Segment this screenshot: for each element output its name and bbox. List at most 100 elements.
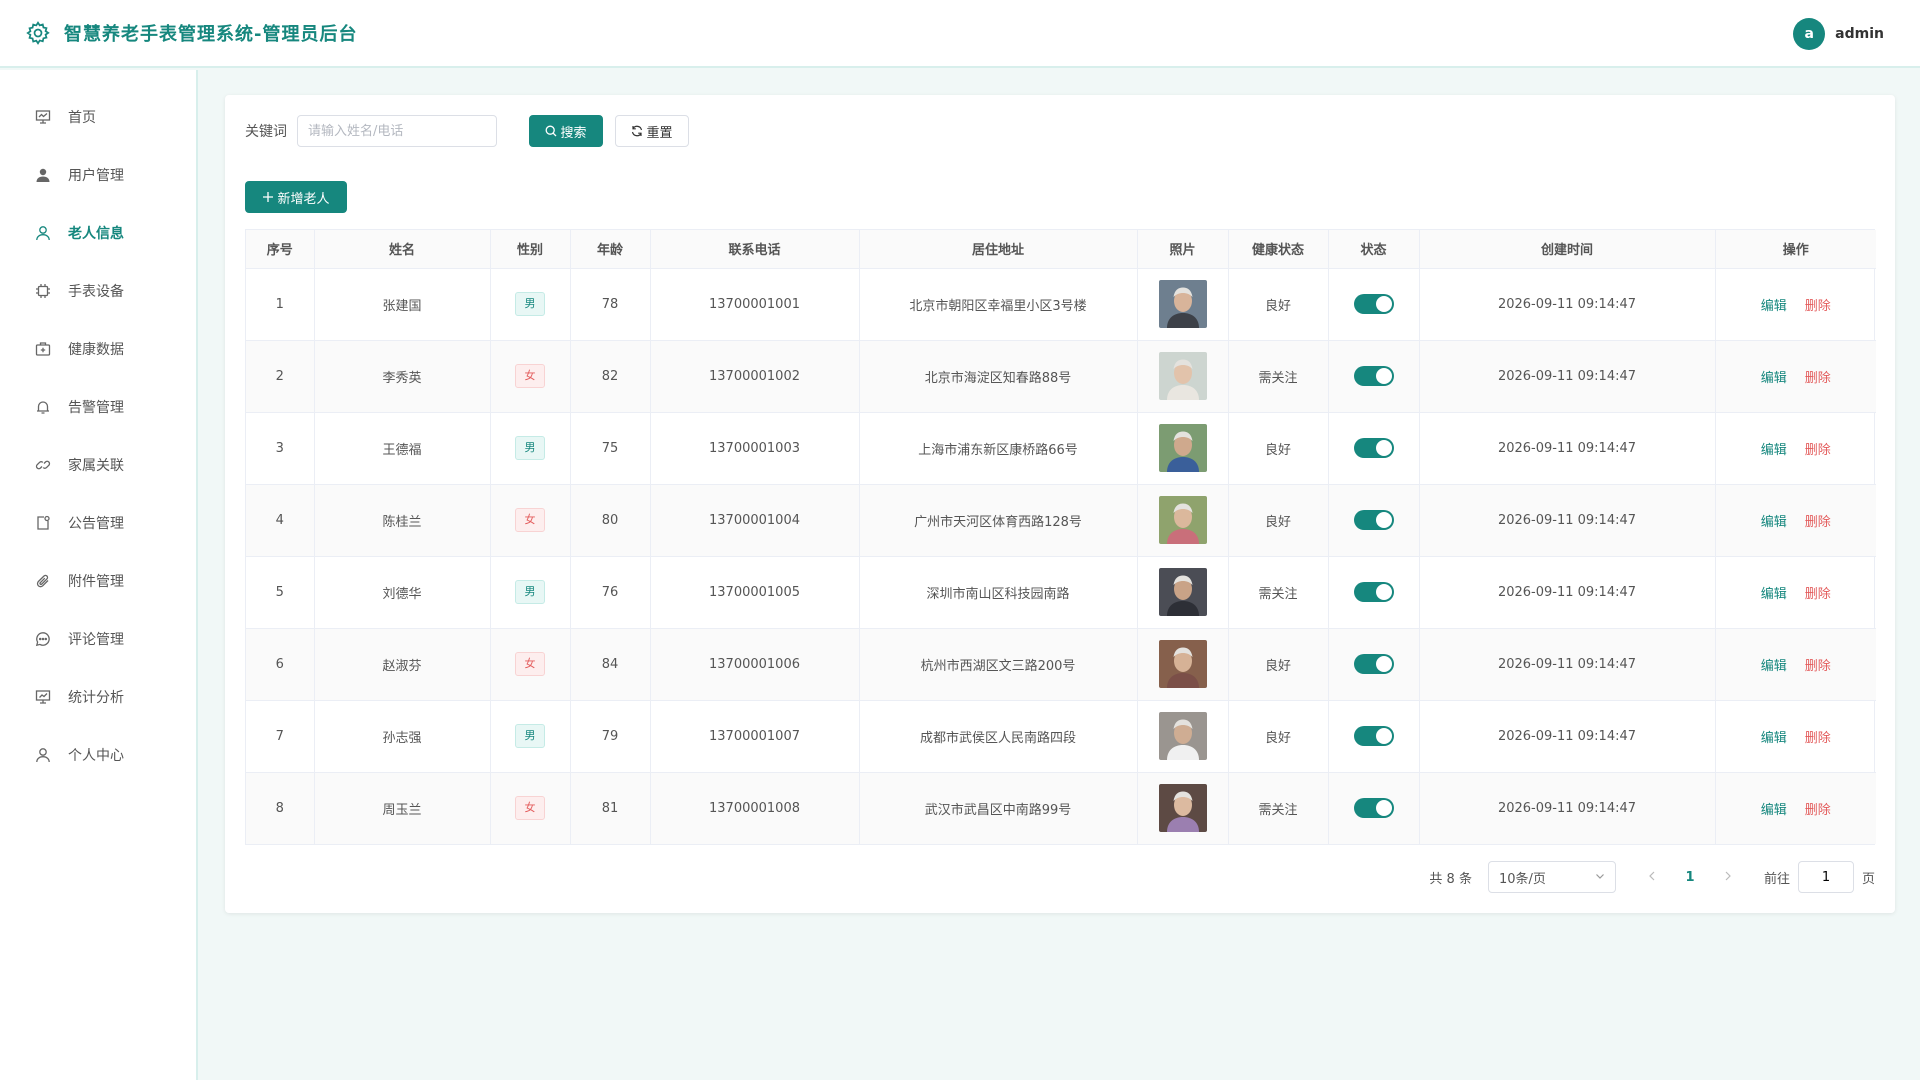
- gender-tag: 女: [515, 796, 545, 821]
- edit-button[interactable]: 编辑: [1761, 659, 1787, 674]
- edit-button[interactable]: 编辑: [1761, 515, 1787, 530]
- sidebar-item-profile[interactable]: 个人中心: [0, 726, 196, 784]
- elderly-age: 84: [570, 628, 651, 701]
- prev-page-button[interactable]: [1640, 870, 1664, 885]
- elderly-address: 北京市朝阳区幸福里小区3号楼: [859, 268, 1138, 341]
- add-elderly-button[interactable]: 新增老人: [245, 181, 347, 213]
- goto-suffix: 页: [1861, 871, 1875, 887]
- sidebar-item-watch-device[interactable]: 手表设备: [0, 262, 196, 320]
- elderly-photo[interactable]: [1158, 280, 1207, 328]
- elderly-photo[interactable]: [1158, 496, 1207, 544]
- elderly-photo[interactable]: [1158, 424, 1207, 472]
- delete-button[interactable]: 删除: [1805, 443, 1831, 458]
- sidebar-item-family-link[interactable]: 家属关联: [0, 436, 196, 494]
- sidebar-item-health-data[interactable]: 健康数据: [0, 320, 196, 378]
- row-number: 4: [246, 484, 315, 557]
- elderly-age: 80: [570, 484, 651, 557]
- goto-page-input[interactable]: [1797, 861, 1854, 893]
- status-toggle[interactable]: [1353, 294, 1394, 314]
- sidebar-item-label: 家属关联: [68, 458, 124, 474]
- delete-button[interactable]: 删除: [1805, 803, 1831, 818]
- sidebar-item-label: 告警管理: [68, 400, 124, 416]
- status-toggle[interactable]: [1353, 510, 1394, 530]
- health-status: 良好: [1228, 412, 1329, 485]
- gender-cell: 男: [490, 700, 571, 773]
- elderly-address: 深圳市南山区科技园南路: [859, 556, 1138, 629]
- row-number: 2: [246, 340, 315, 413]
- page-size-select[interactable]: 10条/页: [1487, 861, 1616, 893]
- elderly-photo[interactable]: [1158, 568, 1207, 616]
- status-toggle[interactable]: [1353, 726, 1394, 746]
- sidebar-item-elderly-info[interactable]: 老人信息: [0, 204, 196, 262]
- photo-cell: [1137, 268, 1229, 341]
- search-input[interactable]: [297, 115, 497, 147]
- table-row: 5 刘德华男 76 13700001005 深圳市南山区科技园南路 需关注 2026-09-…: [246, 556, 1876, 629]
- health-status: 需关注: [1228, 772, 1329, 844]
- sidebar-item-comments[interactable]: 评论管理: [0, 610, 196, 668]
- actions-cell: 编辑 删除: [1715, 556, 1876, 629]
- sidebar-item-user-management[interactable]: 用户管理: [0, 146, 196, 204]
- elderly-photo[interactable]: [1158, 712, 1207, 760]
- actions-cell: 编辑 删除: [1715, 628, 1876, 701]
- elderly-photo[interactable]: [1158, 784, 1207, 833]
- delete-button[interactable]: 删除: [1805, 371, 1831, 386]
- reset-button[interactable]: 重置: [615, 115, 689, 147]
- column-header: 创建时间: [1419, 230, 1716, 269]
- elderly-photo[interactable]: [1158, 640, 1207, 688]
- photo-cell: [1137, 484, 1229, 557]
- pagination: 共 8 条 10条/页 1 前往 页: [1429, 861, 1875, 893]
- sidebar-item-statistics[interactable]: 统计分析: [0, 668, 196, 726]
- page-number-current[interactable]: 1: [1674, 870, 1706, 885]
- photo-cell: [1137, 340, 1229, 413]
- row-number: 8: [246, 772, 315, 844]
- health-status: 良好: [1228, 484, 1329, 557]
- sidebar-item-label: 个人中心: [68, 748, 124, 764]
- health-status: 良好: [1228, 268, 1329, 341]
- photo-cell: [1137, 772, 1229, 844]
- search-button[interactable]: 搜索: [529, 115, 603, 147]
- medical-box-icon: [34, 340, 52, 358]
- delete-button[interactable]: 删除: [1805, 299, 1831, 314]
- status-toggle[interactable]: [1353, 798, 1394, 819]
- sidebar-item-home[interactable]: 首页: [0, 88, 196, 146]
- user-menu[interactable]: a admin: [1793, 18, 1884, 50]
- goto-label: 前往: [1763, 871, 1790, 887]
- sidebar-item-attachments[interactable]: 附件管理: [0, 552, 196, 610]
- column-header: 序号: [246, 230, 315, 269]
- sidebar-item-label: 用户管理: [68, 168, 124, 184]
- delete-button[interactable]: 删除: [1805, 659, 1831, 674]
- status-toggle[interactable]: [1353, 582, 1394, 602]
- elderly-name: 王德福: [314, 412, 491, 485]
- delete-button[interactable]: 删除: [1805, 587, 1831, 602]
- delete-button[interactable]: 删除: [1805, 731, 1831, 746]
- status-toggle[interactable]: [1353, 366, 1394, 386]
- column-header: 姓名: [314, 230, 491, 269]
- table-row: 8 周玉兰女 81 13700001008 武汉市武昌区中南路99号 需关注 2026-09…: [246, 772, 1876, 844]
- status-cell: [1328, 340, 1420, 413]
- row-number: 3: [246, 412, 315, 485]
- edit-button[interactable]: 编辑: [1761, 587, 1787, 602]
- sidebar-item-notices[interactable]: 公告管理: [0, 494, 196, 552]
- edit-button[interactable]: 编辑: [1761, 371, 1787, 386]
- edit-button[interactable]: 编辑: [1761, 803, 1787, 818]
- avatar[interactable]: a: [1793, 18, 1826, 50]
- edit-button[interactable]: 编辑: [1761, 443, 1787, 458]
- reset-button-label: 重置: [646, 125, 673, 141]
- edit-button[interactable]: 编辑: [1761, 731, 1787, 746]
- next-page-button[interactable]: [1716, 870, 1740, 885]
- sidebar-item-alerts[interactable]: 告警管理: [0, 378, 196, 436]
- elderly-photo[interactable]: [1158, 352, 1207, 400]
- elderly-name: 周玉兰: [314, 772, 491, 844]
- status-cell: [1328, 484, 1420, 557]
- status-toggle[interactable]: [1353, 438, 1394, 458]
- status-toggle[interactable]: [1353, 654, 1394, 674]
- search-bar: 关键词 搜索 重置: [245, 115, 689, 147]
- chevron-down-icon: [1595, 870, 1605, 885]
- delete-button[interactable]: 删除: [1805, 515, 1831, 530]
- actions-cell: 编辑 删除: [1715, 268, 1876, 341]
- created-time: 2026-09-11 09:14:47: [1419, 412, 1716, 485]
- add-elderly-label: 新增老人: [277, 191, 330, 207]
- column-header: 年龄: [570, 230, 651, 269]
- edit-button[interactable]: 编辑: [1761, 299, 1787, 314]
- username[interactable]: admin: [1835, 26, 1884, 42]
